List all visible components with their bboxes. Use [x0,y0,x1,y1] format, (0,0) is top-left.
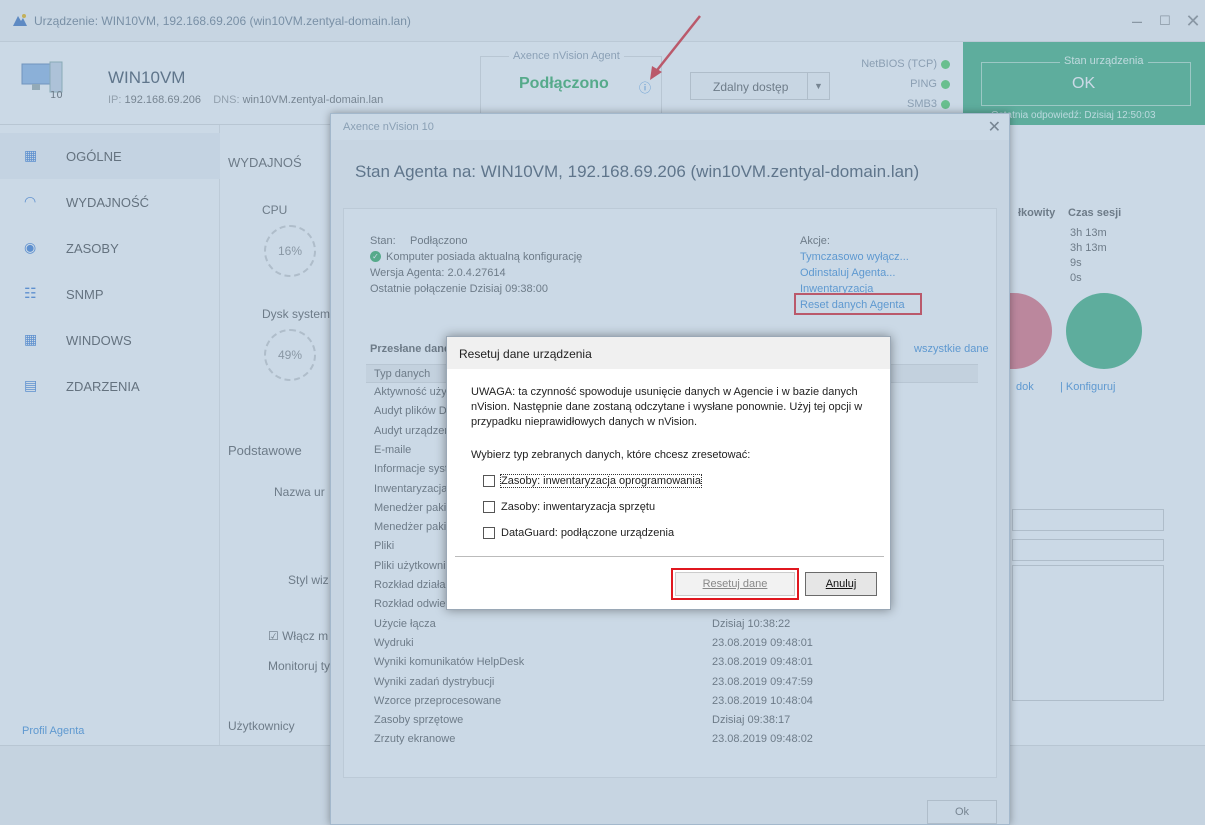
option-label: Zasoby: inwentaryzacja sprzętu [501,501,656,513]
warning-text: UWAGA: ta czynność spowoduje usunięcie d… [471,386,863,428]
reset-dialog-titlebar: Resetuj dane urządzenia [447,337,890,369]
option-label: Zasoby: inwentaryzacja oprogramowania [500,474,702,488]
highlight-box [671,568,799,600]
divider [455,556,884,557]
reset-dialog-title: Resetuj dane urządzenia [459,347,592,361]
cancel-label: Anuluj [825,578,857,590]
cancel-button[interactable]: Anuluj [805,572,877,596]
choose-text: Wybierz typ zebranych danych, które chce… [471,449,751,461]
checkbox[interactable] [483,527,495,539]
option-label: DataGuard: podłączone urządzenia [501,527,675,539]
reset-dialog: Resetuj dane urządzenia UWAGA: ta czynno… [446,336,891,610]
checkbox[interactable] [483,501,495,513]
checkbox[interactable] [483,475,495,487]
